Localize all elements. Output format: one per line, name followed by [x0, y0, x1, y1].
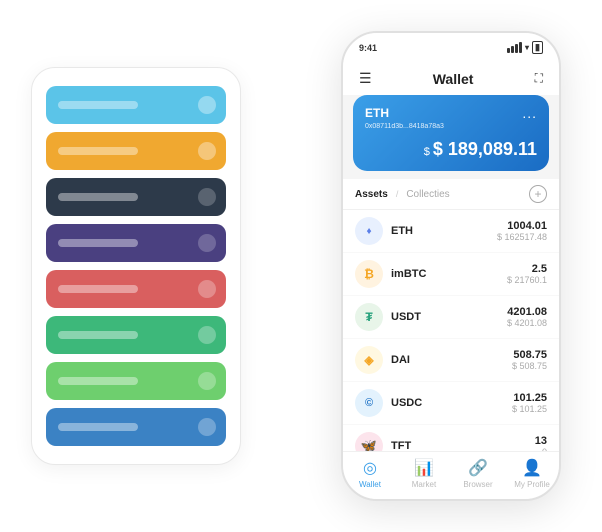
page-title: Wallet — [433, 71, 474, 87]
table-row[interactable]: © USDC 101.25 $ 101.25 — [343, 382, 559, 425]
tab-collecties[interactable]: Collecties — [406, 189, 449, 200]
nav-profile[interactable]: 👤 My Profile — [505, 458, 559, 489]
list-item[interactable] — [46, 408, 226, 446]
asset-usd: $ 508.75 — [512, 361, 547, 371]
bottom-nav: ◎ Wallet 📊 Market 🔗 Browser 👤 My Profile — [343, 451, 559, 499]
list-item[interactable] — [46, 178, 226, 216]
scene: 9:41 ▾ ▮ ☰ Wallet ⛶ — [11, 11, 591, 521]
asset-name: USDC — [391, 397, 512, 409]
eth-balance: $$ 189,089.11 — [365, 138, 537, 161]
asset-values: 1004.01 $ 162517.48 — [497, 220, 547, 242]
nav-browser[interactable]: 🔗 Browser — [451, 458, 505, 489]
phone-content: Assets / Collecties + ♦ ETH 1004.01 $ 16… — [343, 179, 559, 451]
assets-tabs: Assets / Collecties — [355, 189, 450, 200]
eth-name: ETH — [365, 106, 389, 120]
asset-amount: 4201.08 — [507, 306, 547, 318]
tft-icon: 🦋 — [355, 432, 383, 451]
asset-values: 4201.08 $ 4201.08 — [507, 306, 547, 328]
asset-values: 13 0 — [535, 435, 547, 451]
nav-wallet[interactable]: ◎ Wallet — [343, 458, 397, 489]
browser-nav-label: Browser — [463, 480, 492, 489]
expand-icon[interactable]: ⛶ — [535, 71, 543, 86]
asset-info: imBTC — [391, 268, 507, 280]
asset-usd: $ 21760.1 — [507, 275, 547, 285]
eth-more-button[interactable]: ... — [522, 105, 537, 121]
phone-header: ☰ Wallet ⛶ — [343, 66, 559, 95]
asset-name: imBTC — [391, 268, 507, 280]
wifi-icon: ▾ — [525, 43, 529, 52]
profile-nav-label: My Profile — [514, 480, 550, 489]
asset-name: DAI — [391, 354, 512, 366]
list-item[interactable] — [46, 362, 226, 400]
wallet-nav-icon: ◎ — [363, 458, 377, 478]
status-icons: ▾ ▮ — [507, 41, 543, 54]
asset-name: TFT — [391, 440, 535, 451]
table-row[interactable]: ₮ USDT 4201.08 $ 4201.08 — [343, 296, 559, 339]
asset-info: TFT — [391, 440, 535, 451]
eth-address: 0x08711d3b...8418a78a3 — [365, 123, 537, 130]
browser-nav-icon: 🔗 — [468, 458, 488, 478]
market-nav-label: Market — [412, 480, 436, 489]
asset-amount: 2.5 — [507, 263, 547, 275]
asset-info: DAI — [391, 354, 512, 366]
list-item[interactable] — [46, 86, 226, 124]
asset-amount: 508.75 — [512, 349, 547, 361]
asset-amount: 1004.01 — [497, 220, 547, 232]
nav-market[interactable]: 📊 Market — [397, 458, 451, 489]
usdc-icon: © — [355, 389, 383, 417]
dai-icon: ◈ — [355, 346, 383, 374]
add-asset-button[interactable]: + — [529, 185, 547, 203]
asset-amount: 13 — [535, 435, 547, 447]
asset-values: 101.25 $ 101.25 — [512, 392, 547, 414]
table-row[interactable]: ₿ imBTC 2.5 $ 21760.1 — [343, 253, 559, 296]
asset-usd: $ 4201.08 — [507, 318, 547, 328]
phone: 9:41 ▾ ▮ ☰ Wallet ⛶ — [341, 31, 561, 501]
status-bar: 9:41 ▾ ▮ — [343, 33, 559, 66]
market-nav-icon: 📊 — [414, 458, 434, 478]
eth-icon: ♦ — [355, 217, 383, 245]
asset-info: USDC — [391, 397, 512, 409]
asset-info: USDT — [391, 311, 507, 323]
battery-icon: ▮ — [532, 41, 543, 54]
asset-name: ETH — [391, 225, 497, 237]
usdt-icon: ₮ — [355, 303, 383, 331]
table-row[interactable]: ◈ DAI 508.75 $ 508.75 — [343, 339, 559, 382]
profile-nav-icon: 👤 — [522, 458, 542, 478]
assets-header: Assets / Collecties + — [343, 179, 559, 210]
card-stack — [31, 67, 241, 465]
tab-separator: / — [396, 189, 399, 200]
table-row[interactable]: ♦ ETH 1004.01 $ 162517.48 — [343, 210, 559, 253]
table-row[interactable]: 🦋 TFT 13 0 — [343, 425, 559, 451]
asset-values: 508.75 $ 508.75 — [512, 349, 547, 371]
list-item[interactable] — [46, 270, 226, 308]
imbtc-icon: ₿ — [355, 260, 383, 288]
asset-usd: $ 162517.48 — [497, 232, 547, 242]
wallet-nav-label: Wallet — [359, 480, 381, 489]
asset-values: 2.5 $ 21760.1 — [507, 263, 547, 285]
clock: 9:41 — [359, 43, 377, 53]
asset-name: USDT — [391, 311, 507, 323]
menu-icon[interactable]: ☰ — [359, 70, 372, 87]
asset-usd: $ 101.25 — [512, 404, 547, 414]
asset-list: ♦ ETH 1004.01 $ 162517.48 ₿ imBTC — [343, 210, 559, 451]
tab-assets[interactable]: Assets — [355, 189, 388, 200]
eth-card: ETH ... 0x08711d3b...8418a78a3 $$ 189,08… — [353, 95, 549, 171]
asset-amount: 101.25 — [512, 392, 547, 404]
asset-info: ETH — [391, 225, 497, 237]
list-item[interactable] — [46, 132, 226, 170]
list-item[interactable] — [46, 224, 226, 262]
list-item[interactable] — [46, 316, 226, 354]
